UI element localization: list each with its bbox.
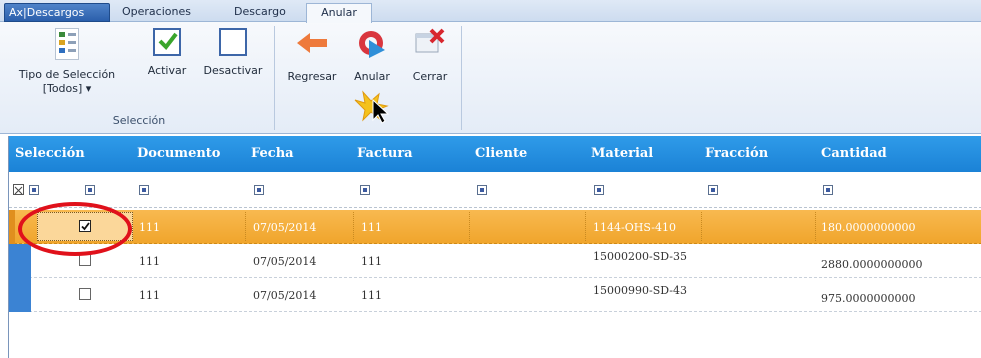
table-row[interactable]: 111 07/05/2014 111 15000990-SD-43 975.00… — [9, 278, 981, 312]
desactivar-label: Desactivar — [203, 64, 263, 77]
cell-material: 15000990-SD-43 — [593, 284, 687, 297]
filter-factura[interactable] — [360, 185, 370, 195]
highlight-ellipse — [18, 202, 132, 256]
filter-seleccion-check[interactable] — [85, 185, 95, 195]
row-indicator — [9, 278, 31, 312]
cell-documento: 111 — [139, 289, 160, 302]
desactivar-button[interactable]: Desactivar — [200, 28, 266, 78]
tipo-seleccion-button[interactable]: Tipo de Selección [Todos] ▾ — [12, 28, 122, 96]
checkbox-checked-icon — [153, 28, 181, 56]
tab-app-menu[interactable]: Ax|Descargos — [4, 3, 110, 22]
mouse-cursor-icon — [353, 90, 401, 127]
tab-anular[interactable]: Anular — [306, 3, 372, 23]
col-documento[interactable]: Documento — [137, 146, 220, 161]
clear-filter-icon[interactable] — [13, 184, 24, 195]
filter-fecha[interactable] — [254, 185, 264, 195]
tipo-seleccion-value: [Todos] ▾ — [42, 82, 92, 95]
filter-cliente[interactable] — [477, 185, 487, 195]
anular-label: Anular — [354, 70, 390, 83]
col-fraccion[interactable]: Fracción — [705, 146, 768, 161]
tab-operaciones[interactable]: Operaciones — [116, 3, 197, 22]
cerrar-label: Cerrar — [412, 70, 448, 83]
cell-fecha: 07/05/2014 — [253, 255, 317, 268]
grid-header: Selección Documento Fecha Factura Client… — [9, 136, 981, 172]
cell-divider — [585, 212, 586, 241]
col-fecha[interactable]: Fecha — [251, 146, 294, 161]
regresar-button[interactable]: Regresar — [285, 28, 339, 84]
activar-button[interactable]: Activar — [142, 28, 192, 78]
col-cliente[interactable]: Cliente — [475, 146, 527, 161]
tipo-seleccion-label: Tipo de Selección — [18, 68, 116, 81]
filter-fraccion[interactable] — [708, 185, 718, 195]
cell-fecha: 07/05/2014 — [253, 221, 317, 234]
cell-cantidad: 2880.0000000000 — [821, 258, 923, 271]
ribbon-panel: Tipo de Selección [Todos] ▾ Activar Desa… — [0, 22, 981, 134]
cell-fecha: 07/05/2014 — [253, 289, 317, 302]
tab-descargo[interactable]: Descargo — [228, 3, 292, 22]
cell-divider — [701, 212, 702, 241]
filter-cantidad[interactable] — [823, 185, 833, 195]
cell-divider — [815, 212, 816, 241]
cell-divider — [353, 212, 354, 241]
records-grid[interactable]: Selección Documento Fecha Factura Client… — [8, 136, 981, 358]
list-selection-icon — [55, 28, 79, 60]
ribbon-tab-bar: Ax|Descargos Operaciones Descargo Anular — [0, 0, 981, 23]
row-indicator — [9, 244, 31, 278]
seleccion-group-label: Selección — [112, 114, 166, 127]
cell-cantidad: 180.0000000000 — [821, 221, 916, 234]
cell-material: 15000200-SD-35 — [593, 250, 687, 263]
cell-factura: 111 — [361, 255, 382, 268]
activar-label: Activar — [147, 64, 187, 77]
cell-factura: 111 — [361, 289, 382, 302]
anular-button[interactable]: Anular — [349, 28, 395, 84]
cell-divider — [245, 212, 246, 241]
cell-factura: 111 — [361, 221, 382, 234]
filter-documento[interactable] — [139, 185, 149, 195]
cerrar-button[interactable]: Cerrar — [407, 28, 453, 84]
cell-cantidad: 975.0000000000 — [821, 292, 916, 305]
table-row[interactable]: 111 07/05/2014 111 15000200-SD-35 2880.0… — [9, 244, 981, 278]
col-factura[interactable]: Factura — [357, 146, 413, 161]
undo-cancel-icon — [355, 28, 389, 62]
table-row[interactable]: 111 07/05/2014 111 1144-OHS-410 180.0000… — [9, 210, 981, 244]
cell-documento: 111 — [139, 221, 160, 234]
cell-divider — [469, 212, 470, 241]
filter-row — [9, 172, 981, 208]
col-material[interactable]: Material — [591, 146, 653, 161]
row-indicator — [9, 210, 15, 244]
cell-documento: 111 — [139, 255, 160, 268]
seleccion-group: Tipo de Selección [Todos] ▾ Activar Desa… — [4, 26, 275, 130]
cell-material: 1144-OHS-410 — [593, 221, 676, 234]
checkbox-empty-icon — [219, 28, 247, 56]
col-seleccion[interactable]: Selección — [15, 146, 85, 161]
back-arrow-icon — [295, 28, 329, 62]
close-window-icon — [413, 28, 447, 62]
regresar-label: Regresar — [287, 70, 337, 83]
filter-seleccion[interactable] — [29, 185, 39, 195]
row-select-checkbox[interactable] — [79, 288, 91, 300]
filter-material[interactable] — [594, 185, 604, 195]
col-cantidad[interactable]: Cantidad — [821, 146, 887, 161]
